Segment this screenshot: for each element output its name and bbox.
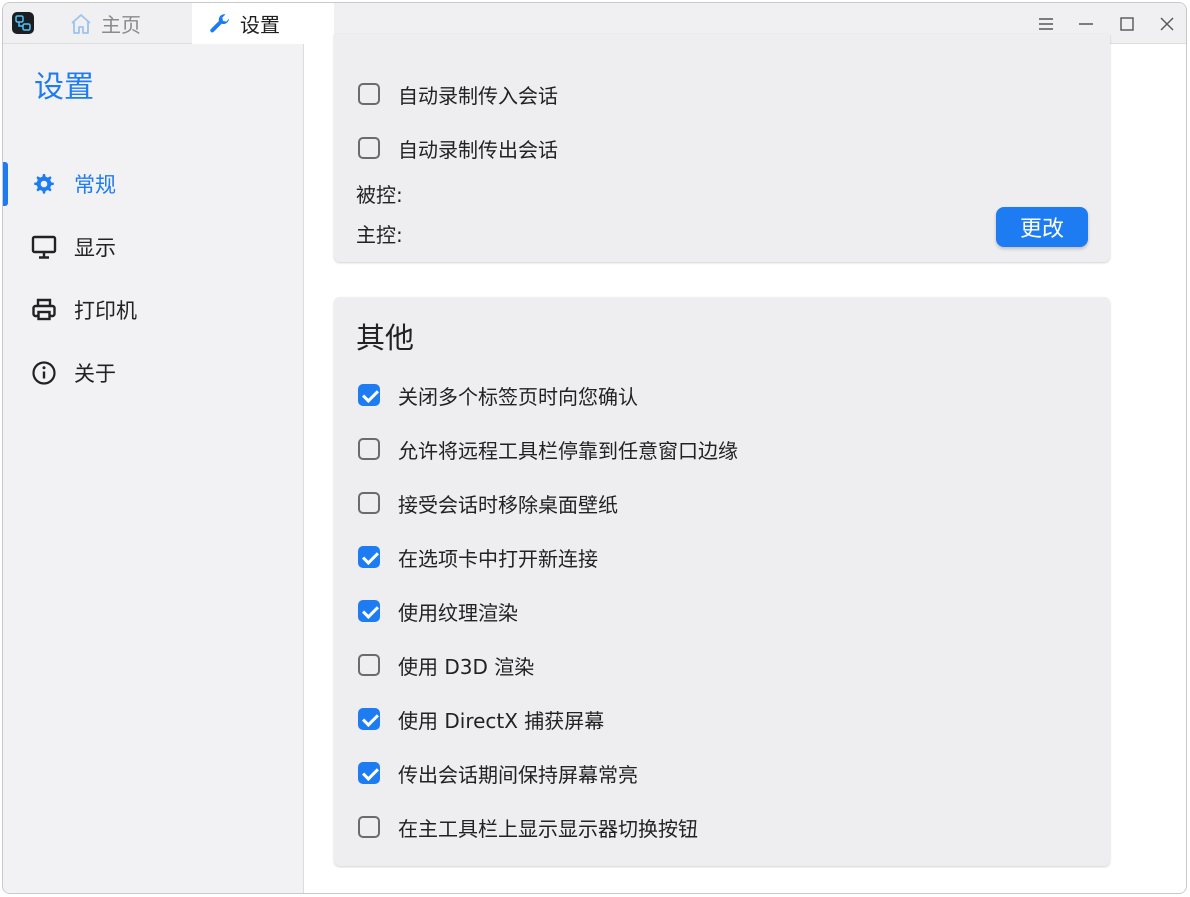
checkbox-remove-wallpaper[interactable]: 接受会话时移除桌面壁纸 (358, 488, 618, 518)
other-card: 其他 关闭多个标签页时向您确认 允许将远程工具栏停靠到任意窗口边缘 接受会话时移… (334, 297, 1110, 866)
checkbox-label: 在主工具栏上显示显示器切换按钮 (398, 816, 698, 841)
minimize-icon[interactable] (1075, 13, 1097, 35)
checkbox-d3d-render[interactable]: 使用 D3D 渲染 (358, 650, 534, 680)
sidebar-item-about[interactable]: 关于 (3, 351, 304, 395)
checkbox[interactable] (358, 492, 380, 514)
sidebar: 设置 常规 显示 打印机 关于 (3, 44, 304, 893)
controller-label: 主控: (356, 223, 403, 247)
checkbox-confirm-close-tabs[interactable]: 关闭多个标签页时向您确认 (358, 380, 638, 410)
checkbox-dock-toolbar[interactable]: 允许将远程工具栏停靠到任意窗口边缘 (358, 434, 738, 464)
controlled-label: 被控: (356, 183, 403, 207)
checkbox-label: 使用 DirectX 捕获屏幕 (398, 708, 605, 733)
checkbox-label: 允许将远程工具栏停靠到任意窗口边缘 (398, 438, 738, 463)
printer-icon (32, 298, 56, 321)
info-icon (32, 361, 56, 385)
app-logo-icon (12, 12, 34, 34)
checkbox-record-incoming[interactable]: 自动录制传入会话 (358, 79, 558, 109)
checkbox-directx-capture[interactable]: 使用 DirectX 捕获屏幕 (358, 704, 604, 734)
home-icon (71, 13, 91, 34)
monitor-icon (31, 235, 57, 259)
checkbox-label: 使用 D3D 渲染 (398, 654, 535, 679)
sidebar-item-printer[interactable]: 打印机 (3, 288, 304, 332)
checkbox-label: 关闭多个标签页时向您确认 (398, 384, 638, 409)
tab-settings[interactable]: 设置 (192, 3, 334, 44)
checkbox[interactable] (358, 137, 380, 159)
checkbox-monitor-switch[interactable]: 在主工具栏上显示显示器切换按钮 (358, 812, 698, 842)
app-window: 主页 设置 设置 常规 显示 打印机 关于 自动录制传入会话 自动录制传出会话 … (2, 2, 1187, 894)
sidebar-item-label: 常规 (74, 173, 116, 197)
tab-home[interactable]: 主页 (69, 3, 189, 44)
sidebar-item-label: 关于 (74, 362, 116, 386)
checkbox[interactable] (358, 762, 380, 784)
sidebar-item-general[interactable]: 常规 (3, 162, 304, 206)
checkbox-label: 传出会话期间保持屏幕常亮 (398, 762, 638, 787)
checkbox[interactable] (358, 708, 380, 730)
checkbox-texture-render[interactable]: 使用纹理渲染 (358, 596, 518, 626)
checkbox[interactable] (358, 438, 380, 460)
checkbox[interactable] (358, 384, 380, 406)
close-icon[interactable] (1156, 13, 1178, 35)
checkbox-record-outgoing[interactable]: 自动录制传出会话 (358, 133, 558, 163)
checkbox-label: 自动录制传出会话 (398, 137, 558, 162)
checkbox-keep-screen-on[interactable]: 传出会话期间保持屏幕常亮 (358, 758, 638, 788)
recording-card: 自动录制传入会话 自动录制传出会话 被控: 主控: 更改 (334, 34, 1110, 262)
checkbox-label: 在选项卡中打开新连接 (398, 546, 598, 571)
checkbox[interactable] (358, 816, 380, 838)
checkbox-open-in-tabs[interactable]: 在选项卡中打开新连接 (358, 542, 598, 572)
checkbox-label: 使用纹理渲染 (398, 600, 518, 625)
wrench-icon (210, 13, 229, 32)
checkbox-label: 接受会话时移除桌面壁纸 (398, 492, 618, 517)
section-title: 其他 (356, 321, 415, 355)
checkbox[interactable] (358, 600, 380, 622)
change-button[interactable]: 更改 (996, 207, 1088, 247)
sidebar-item-display[interactable]: 显示 (3, 225, 304, 269)
tab-settings-label: 设置 (240, 13, 280, 37)
gear-icon (34, 174, 54, 194)
sidebar-item-label: 显示 (74, 236, 116, 260)
checkbox[interactable] (358, 654, 380, 676)
maximize-icon[interactable] (1116, 13, 1138, 35)
sidebar-item-label: 打印机 (74, 299, 137, 323)
sidebar-title: 设置 (34, 70, 94, 105)
menu-icon[interactable] (1035, 13, 1057, 35)
tab-home-label: 主页 (101, 13, 141, 37)
checkbox[interactable] (358, 83, 380, 105)
checkbox[interactable] (358, 546, 380, 568)
checkbox-label: 自动录制传入会话 (398, 83, 558, 108)
settings-content: 自动录制传入会话 自动录制传出会话 被控: 主控: 更改 其他 关闭多个标签页时… (304, 34, 1186, 893)
